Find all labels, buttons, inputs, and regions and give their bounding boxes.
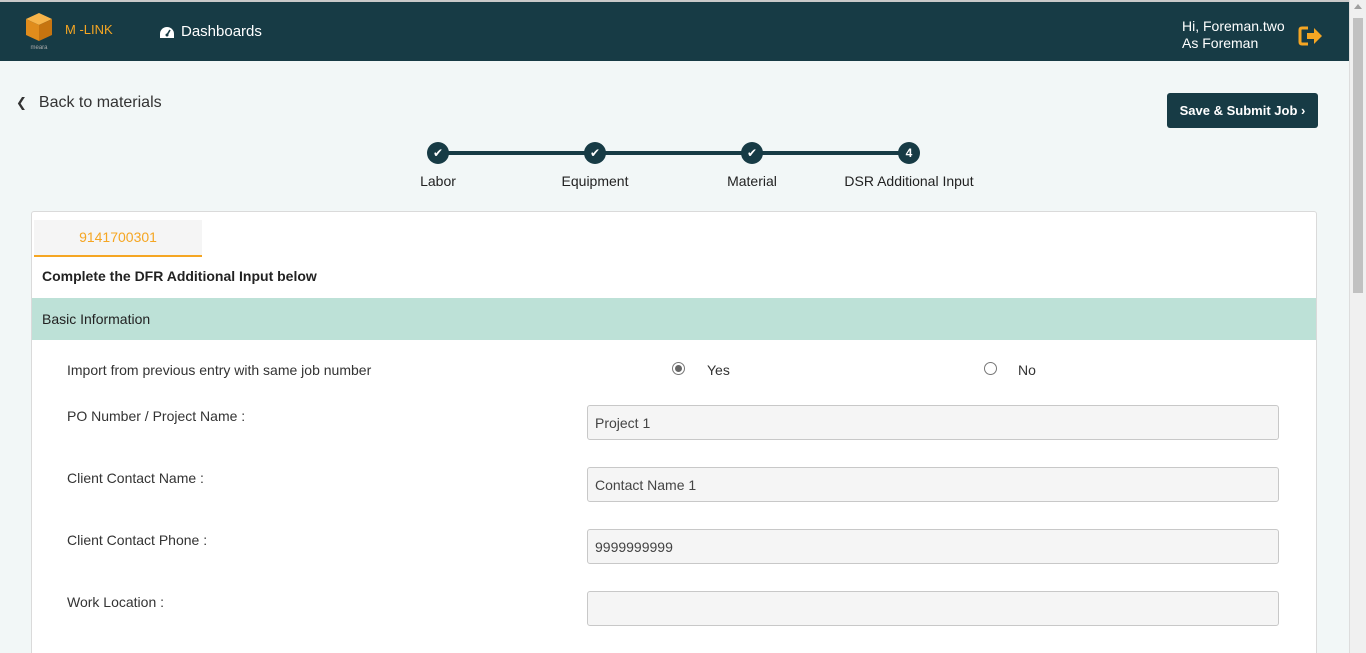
step-number: 4 bbox=[898, 142, 920, 164]
back-link-label: Back to materials bbox=[38, 94, 162, 111]
step-equipment[interactable]: ✔ Equipment bbox=[525, 140, 665, 189]
brand-name[interactable]: M -LINK bbox=[65, 22, 113, 37]
po-number-field[interactable] bbox=[587, 405, 1279, 440]
step-dsr-additional-input[interactable]: 4 DSR Additional Input bbox=[839, 140, 979, 189]
chevron-right-icon: › bbox=[1301, 103, 1306, 118]
step-material[interactable]: ✔ Material bbox=[682, 140, 822, 189]
import-yes-label[interactable]: Yes bbox=[707, 362, 730, 378]
page-scrollbar[interactable] bbox=[1349, 0, 1366, 653]
client-contact-name-field[interactable] bbox=[587, 467, 1279, 502]
client-contact-phone-label: Client Contact Phone : bbox=[67, 532, 208, 548]
stepper-track bbox=[438, 151, 908, 155]
section-header-label: Basic Information bbox=[42, 311, 151, 327]
work-location-field[interactable] bbox=[587, 591, 1279, 626]
logo-text: meara bbox=[30, 45, 48, 51]
back-to-materials-link[interactable]: ❮ Back to materials bbox=[16, 94, 162, 112]
logout-icon[interactable] bbox=[1298, 25, 1324, 47]
check-icon: ✔ bbox=[427, 142, 449, 164]
import-yes-radio[interactable] bbox=[672, 362, 685, 375]
progress-stepper: ✔ Labor ✔ Equipment ✔ Material 4 DSR Add… bbox=[398, 140, 998, 200]
step-label: Labor bbox=[420, 173, 456, 189]
basic-information-header: Basic Information bbox=[32, 298, 1316, 340]
box-logo-icon[interactable]: meara bbox=[24, 11, 54, 51]
import-no-label[interactable]: No bbox=[1018, 362, 1036, 378]
greeting-name: Hi, Foreman.two bbox=[1182, 18, 1285, 34]
work-location-label: Work Location : bbox=[67, 594, 165, 610]
greeting-role: As Foreman bbox=[1182, 35, 1259, 51]
client-contact-name-label: Client Contact Name : bbox=[67, 470, 204, 486]
chevron-left-icon: ❮ bbox=[16, 95, 27, 110]
step-label: Equipment bbox=[561, 173, 629, 189]
instruction-heading: Complete the DFR Additional Input below bbox=[42, 268, 317, 284]
dfr-input-card: 9141700301 Complete the DFR Additional I… bbox=[31, 211, 1317, 653]
step-label: DSR Additional Input bbox=[844, 173, 974, 189]
step-labor[interactable]: ✔ Labor bbox=[368, 140, 508, 189]
scroll-thumb[interactable] bbox=[1353, 18, 1363, 293]
step-label: Material bbox=[727, 173, 777, 189]
user-greeting: Hi, Foreman.two As Foreman bbox=[1182, 18, 1285, 52]
tab-job-number[interactable]: 9141700301 bbox=[34, 220, 202, 257]
po-number-label: PO Number / Project Name : bbox=[67, 408, 246, 424]
scroll-up-arrow-icon[interactable] bbox=[1354, 4, 1362, 9]
submit-button-label: Save & Submit Job bbox=[1179, 103, 1298, 118]
save-submit-job-button[interactable]: Save & Submit Job › bbox=[1167, 93, 1318, 128]
client-contact-phone-field[interactable] bbox=[587, 529, 1279, 564]
import-no-radio[interactable] bbox=[984, 362, 997, 375]
top-navbar: meara M -LINK Dashboards Hi, Foreman.two… bbox=[0, 0, 1349, 61]
dashboard-gauge-icon[interactable] bbox=[159, 26, 175, 40]
check-icon: ✔ bbox=[584, 142, 606, 164]
nav-dashboards[interactable]: Dashboards bbox=[181, 23, 262, 40]
import-question-label: Import from previous entry with same job… bbox=[67, 362, 372, 378]
check-icon: ✔ bbox=[741, 142, 763, 164]
